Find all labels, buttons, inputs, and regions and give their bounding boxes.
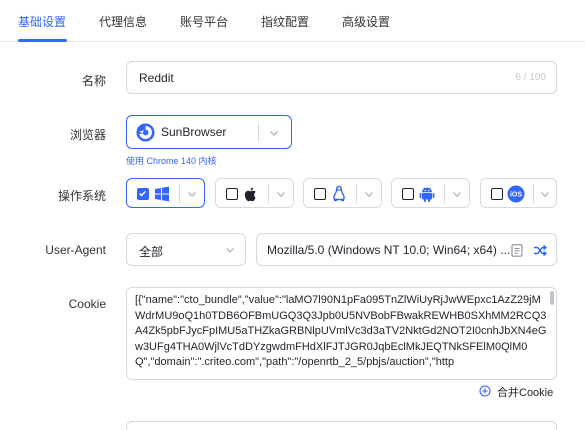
name-label: 名称 bbox=[81, 74, 106, 88]
name-input[interactable]: Reddit 6 / 100 bbox=[126, 61, 557, 94]
cookie-textarea[interactable]: [{"name":"cto_bundle","value":"laMO7l90N… bbox=[126, 287, 557, 380]
os-label: 操作系统 bbox=[57, 189, 106, 203]
apple-icon bbox=[244, 187, 256, 202]
browser-select[interactable]: SunBrowser bbox=[126, 115, 292, 149]
checkbox-checked-icon bbox=[137, 188, 149, 200]
chevron-down-icon bbox=[453, 192, 461, 197]
chevron-down-icon bbox=[365, 192, 373, 197]
browser-selected-value: SunBrowser bbox=[161, 125, 227, 139]
chevron-down-icon bbox=[226, 248, 234, 253]
divider bbox=[268, 184, 269, 203]
checkbox-icon bbox=[402, 188, 414, 200]
browser-label: 浏览器 bbox=[69, 128, 106, 142]
tab-account-platform[interactable]: 账号平台 bbox=[180, 13, 228, 30]
user-agent-value: Mozilla/5.0 (Windows NT 10.0; Win64; x64… bbox=[267, 243, 511, 257]
scrollbar-thumb[interactable] bbox=[550, 291, 554, 305]
android-icon bbox=[419, 187, 435, 202]
os-option-android[interactable] bbox=[391, 178, 470, 208]
os-option-windows[interactable] bbox=[126, 178, 205, 208]
divider bbox=[356, 184, 357, 203]
user-agent-label: User-Agent bbox=[45, 243, 106, 257]
os-option-macos[interactable] bbox=[215, 178, 294, 208]
os-option-linux[interactable] bbox=[303, 178, 382, 208]
user-agent-filter-value: 全部 bbox=[139, 245, 164, 259]
cookie-value: [{"name":"cto_bundle","value":"laMO7l90N… bbox=[135, 294, 547, 368]
tab-advanced-settings[interactable]: 高级设置 bbox=[342, 13, 390, 30]
chevron-down-icon bbox=[188, 192, 196, 197]
add-circle-icon[interactable] bbox=[479, 385, 491, 397]
ios-icon: iOS bbox=[507, 185, 525, 203]
chevron-down-icon bbox=[541, 192, 549, 197]
linux-icon bbox=[333, 185, 345, 202]
divider bbox=[444, 184, 445, 203]
svg-text:iOS: iOS bbox=[510, 192, 522, 199]
chevron-down-icon bbox=[277, 192, 285, 197]
name-input-value: Reddit bbox=[139, 71, 174, 85]
next-field-input[interactable] bbox=[126, 421, 557, 430]
tab-proxy-info[interactable]: 代理信息 bbox=[99, 13, 147, 30]
document-icon[interactable] bbox=[511, 244, 523, 257]
sunbrowser-icon bbox=[136, 123, 155, 142]
chevron-down-icon bbox=[270, 131, 278, 136]
checkbox-icon bbox=[226, 188, 238, 200]
tab-fingerprint-config[interactable]: 指纹配置 bbox=[261, 13, 309, 30]
divider bbox=[533, 184, 534, 203]
checkbox-icon bbox=[491, 188, 503, 200]
merge-cookie-button[interactable]: 合并Cookie bbox=[497, 384, 553, 400]
name-char-counter: 6 / 100 bbox=[515, 72, 546, 83]
checkbox-icon bbox=[314, 188, 326, 200]
active-tab-indicator bbox=[18, 39, 67, 42]
user-agent-filter-select[interactable]: 全部 bbox=[126, 233, 246, 266]
tab-basic-settings[interactable]: 基础设置 bbox=[18, 13, 66, 30]
os-option-ios[interactable]: iOS bbox=[480, 178, 557, 208]
windows-icon bbox=[155, 186, 169, 202]
user-agent-input[interactable]: Mozilla/5.0 (Windows NT 10.0; Win64; x64… bbox=[256, 233, 557, 266]
shuffle-icon[interactable] bbox=[533, 244, 547, 257]
divider bbox=[258, 123, 259, 142]
cookie-label: Cookie bbox=[68, 297, 106, 311]
browser-kernel-hint: 使用 Chrome 140 内核 bbox=[126, 156, 217, 166]
tab-bar: 基础设置 代理信息 账号平台 指纹配置 高级设置 bbox=[0, 0, 585, 42]
divider bbox=[179, 184, 180, 203]
